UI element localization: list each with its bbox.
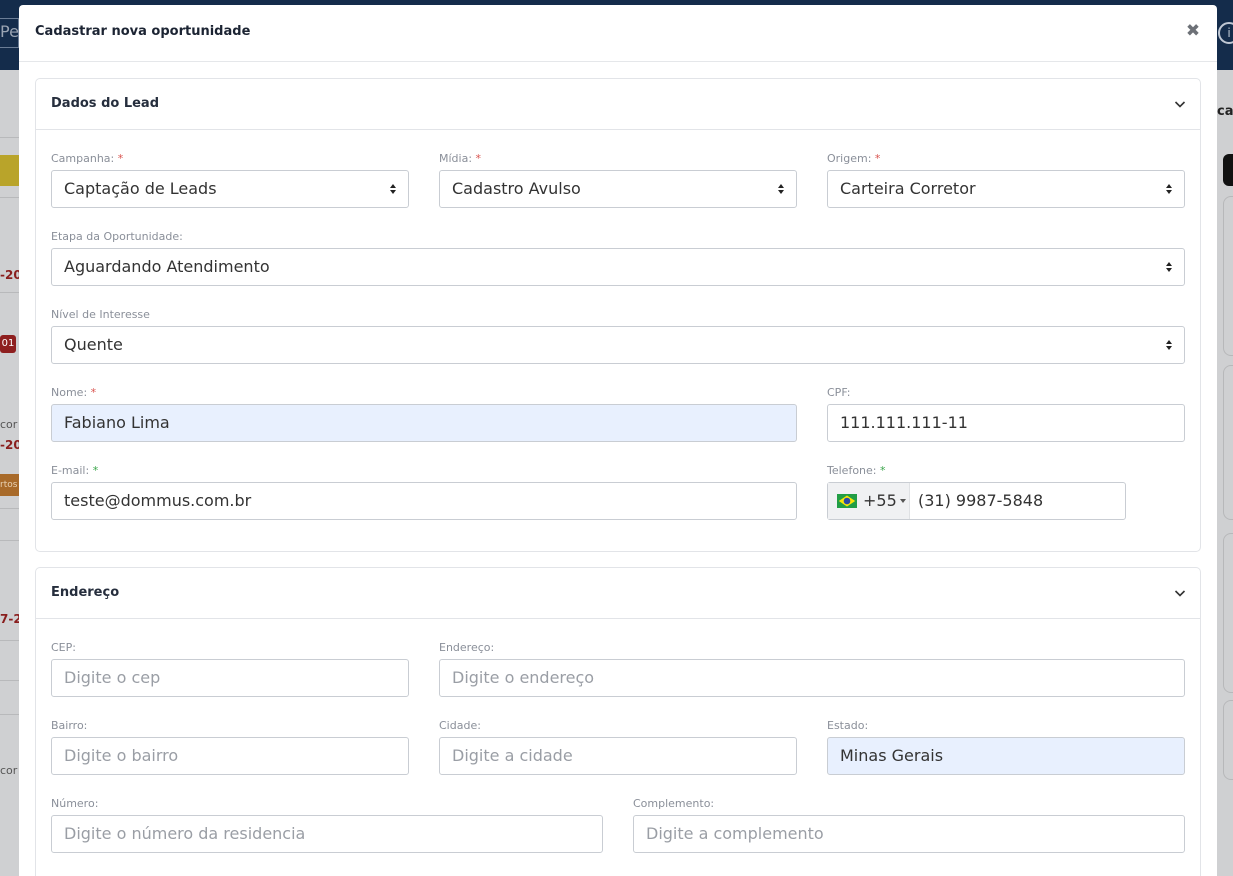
campaign-label: Campanha: * (51, 152, 124, 165)
background-card (1223, 365, 1233, 520)
background-text-fragment: cal (1217, 104, 1233, 119)
campaign-select[interactable]: Captação de Leads (51, 170, 409, 208)
cpf-input[interactable]: 111.111.111-11 (827, 404, 1185, 442)
lead-section-title: Dados do Lead (51, 96, 160, 111)
district-input[interactable]: Digite o bairro (51, 737, 409, 775)
background-pill (1223, 154, 1233, 186)
cep-input[interactable]: Digite o cep (51, 659, 409, 697)
background-divider (0, 680, 19, 681)
phone-number-value: (31) 9987-5848 (918, 491, 1044, 510)
interest-level-select[interactable]: Quente (51, 326, 1185, 364)
brazil-flag-icon (837, 494, 857, 508)
stage-select[interactable]: Aguardando Atendimento (51, 248, 1185, 286)
background-badge: 01 (0, 335, 16, 353)
select-arrows-icon (778, 184, 784, 194)
number-input[interactable]: Digite o número da residencia (51, 815, 603, 853)
media-select[interactable]: Cadastro Avulso (439, 170, 797, 208)
city-label: Cidade: (439, 719, 481, 732)
background-divider (0, 197, 19, 198)
lead-section-header[interactable]: Dados do Lead (36, 79, 1200, 130)
select-arrows-icon (1166, 184, 1172, 194)
background-divider (0, 540, 19, 541)
country-code-dropdown[interactable]: +55 (828, 483, 910, 519)
cpf-label: CPF: (827, 386, 851, 399)
lead-data-card: Dados do Lead Campanha: * Captação de Le… (35, 78, 1201, 552)
background-divider (0, 292, 19, 293)
chevron-down-icon[interactable] (1174, 98, 1186, 110)
address-label: Endereço: (439, 641, 495, 654)
address-section-title: Endereço (51, 585, 120, 600)
background-text-fragment: Pe (0, 22, 19, 41)
modal-header: Cadastrar nova oportunidade ✖ (19, 5, 1217, 62)
background-divider (0, 714, 19, 715)
city-input[interactable]: Digite a cidade (439, 737, 797, 775)
email-input[interactable]: teste@dommus.com.br (51, 482, 797, 520)
address-section-header[interactable]: Endereço (36, 568, 1200, 619)
stage-label: Etapa da Oportunidade: (51, 230, 183, 243)
dial-code: +55 (863, 491, 897, 510)
district-label: Bairro: (51, 719, 88, 732)
select-arrows-icon (390, 184, 396, 194)
complement-label: Complemento: (633, 797, 715, 810)
state-label: Estado: (827, 719, 869, 732)
complement-input[interactable]: Digite a complemento (633, 815, 1185, 853)
background-divider (0, 508, 19, 509)
background-divider (0, 137, 19, 138)
address-card: Endereço CEP: Digite o cep Endereço: Dig… (35, 567, 1201, 876)
state-input[interactable]: Minas Gerais (827, 737, 1185, 775)
select-arrows-icon (1166, 262, 1172, 272)
media-label: Mídia: * (439, 152, 482, 165)
interest-level-label: Nível de Interesse (51, 308, 150, 321)
chevron-down-icon[interactable] (1174, 587, 1186, 599)
new-opportunity-modal: Cadastrar nova oportunidade ✖ Dados do L… (19, 5, 1217, 876)
address-input[interactable]: Digite o endereço (439, 659, 1185, 697)
email-label: E-mail: * (51, 464, 99, 477)
background-card (1223, 196, 1233, 356)
background-yellow-bar (0, 155, 19, 186)
background-text-fragment: cor (0, 418, 18, 431)
phone-input[interactable]: +55 (31) 9987-5848 (827, 482, 1126, 520)
name-label: Nome: * (51, 386, 97, 399)
modal-title: Cadastrar nova oportunidade (35, 24, 251, 39)
close-icon[interactable]: ✖ (1185, 21, 1201, 41)
background-divider (0, 640, 19, 641)
select-arrows-icon (1166, 340, 1172, 350)
background-orange-badge: rtos (0, 474, 19, 496)
cep-label: CEP: (51, 641, 76, 654)
origin-label: Origem: * (827, 152, 881, 165)
name-input[interactable]: Fabiano Lima (51, 404, 797, 442)
phone-label: Telefone: * (827, 464, 886, 477)
origin-select[interactable]: Carteira Corretor (827, 170, 1185, 208)
background-card (1223, 533, 1233, 693)
number-label: Número: (51, 797, 99, 810)
background-left-column (0, 70, 19, 876)
background-card (1223, 700, 1233, 780)
background-text-fragment: cor (0, 764, 18, 777)
info-icon: i (1218, 22, 1233, 44)
caret-down-icon (900, 499, 906, 503)
